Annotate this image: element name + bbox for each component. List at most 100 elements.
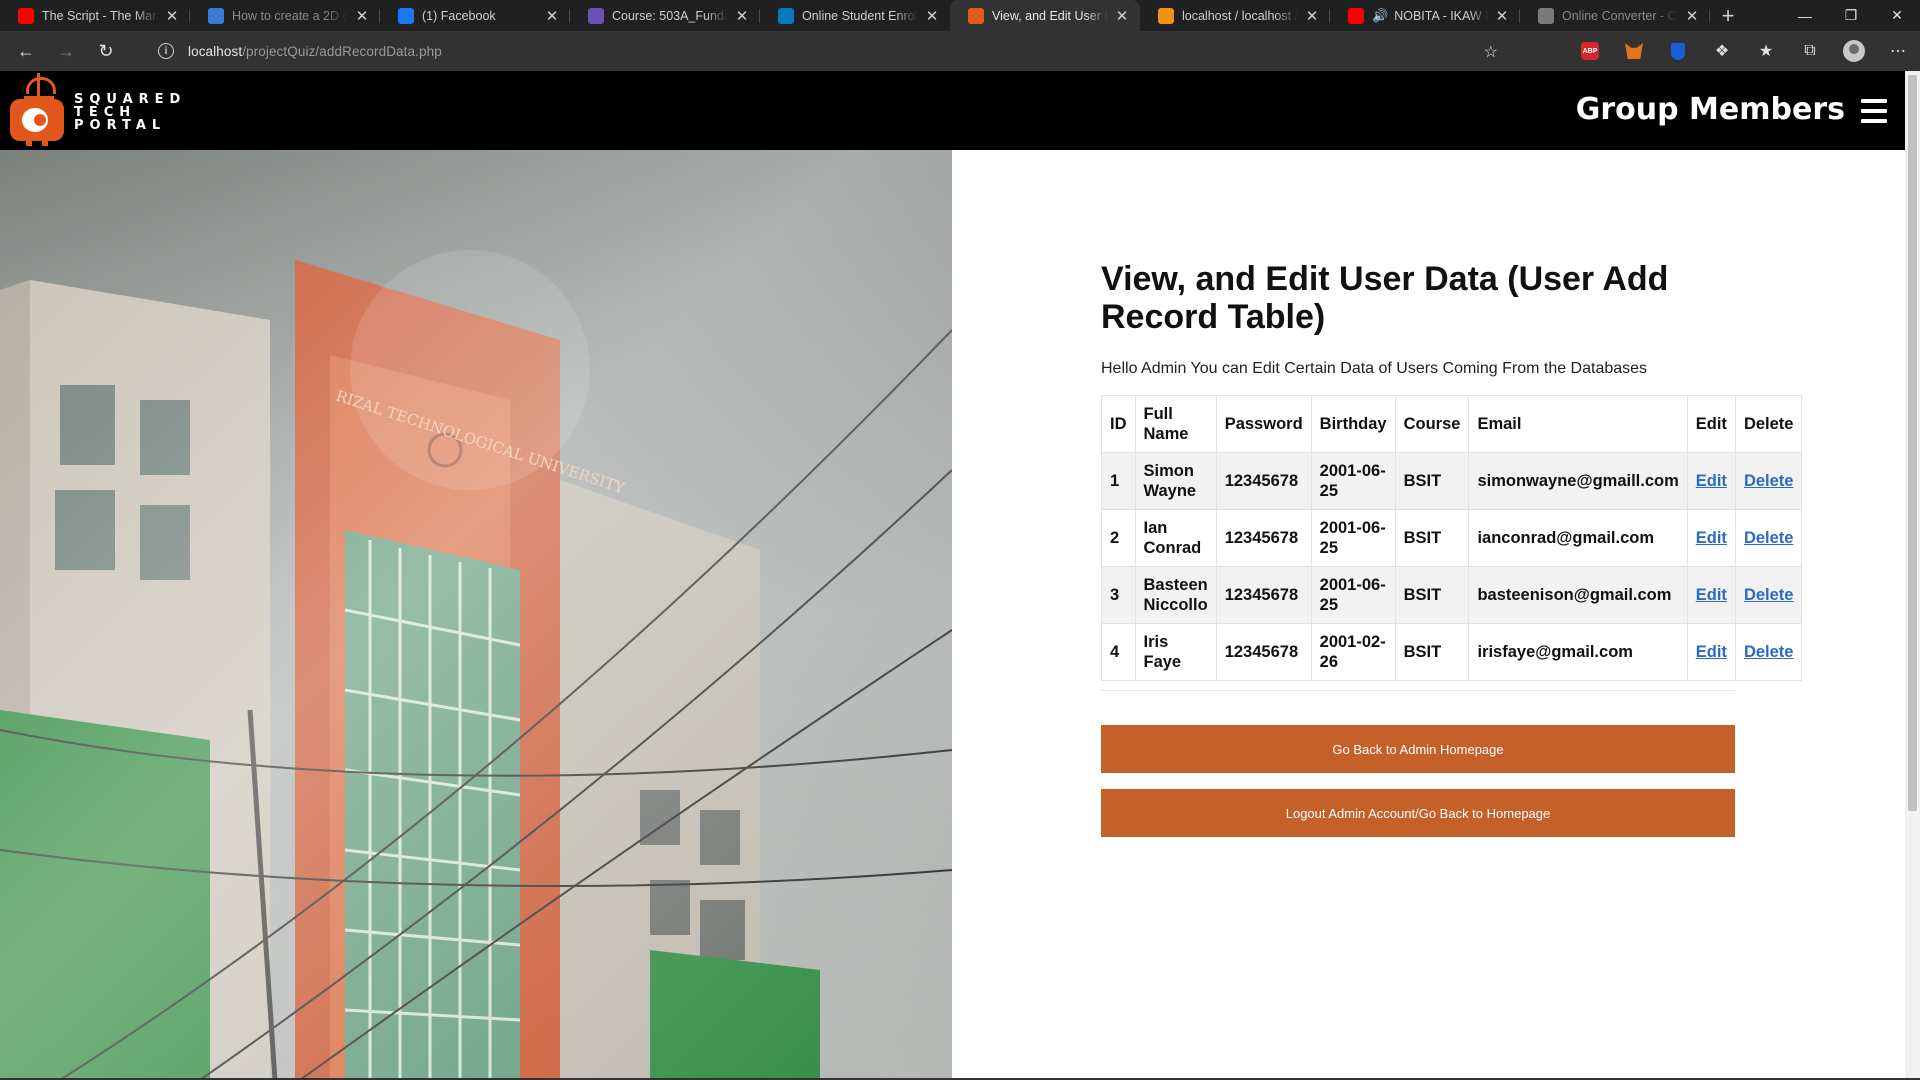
university-building-illustration: RIZAL TECHNOLOGICAL UNIVERSITY [0, 150, 952, 1080]
url-text[interactable]: localhost/projectQuiz/addRecordData.php [188, 44, 442, 59]
extensions-puzzle-icon[interactable]: ❖ [1700, 35, 1744, 67]
phpmyadmin-icon [1158, 7, 1174, 24]
cell-course: BSIT [1394, 566, 1470, 624]
table-header-row: ID Full Name Password Birthday Course Em… [1101, 395, 1803, 453]
edit-link[interactable]: Edit [1696, 472, 1727, 490]
cell-birthday: 2001-02-26 [1310, 623, 1396, 681]
delete-link[interactable]: Delete [1744, 529, 1794, 547]
logo-line: PORTAL [74, 118, 167, 133]
logout-admin-button[interactable]: Logout Admin Account/Go Back to Homepage [1101, 789, 1735, 837]
metamask-icon[interactable] [1612, 35, 1656, 67]
cell-course: BSIT [1394, 452, 1470, 510]
column-header-edit: Edit [1686, 395, 1736, 453]
logo-feet-icon [20, 141, 54, 147]
cell-full-name: Ian Conrad [1134, 509, 1217, 567]
logo-text: SQUARED TECH PORTAL [74, 93, 186, 132]
divider [1101, 690, 1735, 691]
edit-link[interactable]: Edit [1696, 586, 1727, 604]
bitwarden-icon[interactable] [1656, 35, 1700, 67]
url-host: localhost [188, 43, 243, 59]
tab-list: The Script - The Man Who Can't Be Moved ✕… [0, 0, 1710, 31]
more-options-icon[interactable]: ⋯ [1876, 35, 1920, 67]
favorites-icon[interactable]: ★ [1744, 35, 1788, 67]
cell-delete: Delete [1734, 509, 1803, 567]
cell-password: 12345678 [1215, 566, 1312, 624]
logo-tree-icon [24, 73, 56, 99]
delete-link[interactable]: Delete [1744, 643, 1794, 661]
edit-link[interactable]: Edit [1696, 643, 1727, 661]
cell-edit: Edit [1686, 509, 1736, 567]
browser-tab[interactable]: 🔊 NOBITA - IKAW LANG ✕ [1330, 0, 1520, 31]
hamburger-menu-icon[interactable] [1861, 99, 1887, 123]
info-icon[interactable]: i [158, 43, 174, 59]
url-path: /projectQuiz/addRecordData.php [242, 43, 442, 59]
edit-link[interactable]: Edit [1696, 529, 1727, 547]
browser-tab[interactable]: localhost / localhost / projectquiz ✕ [1140, 0, 1330, 31]
browser-tab[interactable]: Online Converter - Convert ✕ [1520, 0, 1710, 31]
cell-password: 12345678 [1215, 509, 1312, 567]
cell-password: 12345678 [1215, 623, 1312, 681]
cell-birthday: 2001-06-25 [1310, 452, 1396, 510]
address-bar[interactable]: i localhost/projectQuiz/addRecordData.ph… [146, 35, 1516, 67]
column-header-birthday: Birthday [1310, 395, 1396, 453]
close-tab-icon[interactable]: ✕ [1684, 7, 1700, 25]
cell-course: BSIT [1394, 623, 1470, 681]
table-row: 1 Simon Wayne 12345678 2001-06-25 BSIT s… [1101, 452, 1803, 510]
browser-tab[interactable]: How to create a 2D game ✕ [190, 0, 380, 31]
browser-tab[interactable]: Online Student Enrollment ✕ [760, 0, 950, 31]
drupal-icon [778, 7, 794, 24]
browser-tab[interactable]: (1) Facebook ✕ [380, 0, 570, 31]
group-members-link[interactable]: Group Members [1576, 93, 1845, 127]
facebook-icon [398, 7, 414, 24]
tab-title: localhost / localhost / projectquiz [1182, 8, 1298, 23]
delete-link[interactable]: Delete [1744, 586, 1794, 604]
tab-title: View, and Edit User Data [992, 8, 1108, 23]
minimize-button[interactable]: — [1782, 0, 1828, 31]
scrollbar-thumb[interactable] [1908, 75, 1917, 811]
site-logo[interactable]: SQUARED TECH PORTAL [8, 71, 208, 150]
cell-password: 12345678 [1215, 452, 1312, 510]
close-tab-icon[interactable]: ✕ [354, 7, 370, 25]
browser-tab[interactable]: View, and Edit User Data ✕ [950, 0, 1140, 31]
close-tab-icon[interactable]: ✕ [1304, 7, 1320, 25]
cell-edit: Edit [1686, 623, 1736, 681]
reload-button[interactable]: ↻ [88, 35, 124, 67]
window-controls: — ❐ ✕ [1782, 0, 1920, 31]
tab-title: The Script - The Man Who Can't Be Moved [42, 8, 158, 23]
close-tab-icon[interactable]: ✕ [734, 7, 750, 25]
tab-title: Course: 503A_Fundamentals [612, 8, 728, 23]
cell-full-name: Simon Wayne [1134, 452, 1217, 510]
table-row: 3 Basteen Niccollo 12345678 2001-06-25 B… [1101, 566, 1803, 624]
close-tab-icon[interactable]: ✕ [1114, 7, 1130, 25]
restore-button[interactable]: ❐ [1828, 0, 1874, 31]
add-favorite-icon[interactable]: ☆ [1484, 42, 1498, 62]
profile-avatar[interactable] [1832, 35, 1876, 67]
forward-button[interactable]: → [48, 35, 84, 67]
adblock-plus-icon[interactable]: ABP [1568, 35, 1612, 67]
speaker-icon[interactable]: 🔊 [1372, 8, 1388, 24]
back-button[interactable]: ← [8, 35, 44, 67]
cell-full-name: Iris Faye [1134, 623, 1217, 681]
page-title: View, and Edit User Data (User Add Recor… [1101, 260, 1669, 336]
close-tab-icon[interactable]: ✕ [544, 7, 560, 25]
new-tab-button[interactable]: + [1710, 0, 1746, 31]
web-page: SQUARED TECH PORTAL Group Members RIZAL … [0, 71, 1905, 1080]
user-records-table: ID Full Name Password Birthday Course Em… [1101, 395, 1803, 681]
tab-title: (1) Facebook [422, 8, 496, 23]
column-header-delete: Delete [1734, 395, 1803, 453]
delete-link[interactable]: Delete [1744, 472, 1794, 490]
close-tab-icon[interactable]: ✕ [924, 7, 940, 25]
page-scrollbar[interactable] [1905, 71, 1920, 1080]
back-to-admin-button[interactable]: Go Back to Admin Homepage [1101, 725, 1735, 773]
cell-edit: Edit [1686, 566, 1736, 624]
collections-icon[interactable]: ⧉ [1788, 35, 1832, 67]
browser-tab[interactable]: The Script - The Man Who Can't Be Moved ✕ [0, 0, 190, 31]
close-window-button[interactable]: ✕ [1874, 0, 1920, 31]
close-tab-icon[interactable]: ✕ [164, 7, 180, 25]
browser-tab[interactable]: Course: 503A_Fundamentals ✕ [570, 0, 760, 31]
column-header-id: ID [1101, 395, 1136, 453]
close-tab-icon[interactable]: ✕ [1494, 7, 1510, 25]
youtube-icon [1348, 7, 1364, 24]
cell-email: basteenison@gmail.com [1468, 566, 1688, 624]
cell-id: 2 [1101, 509, 1136, 567]
